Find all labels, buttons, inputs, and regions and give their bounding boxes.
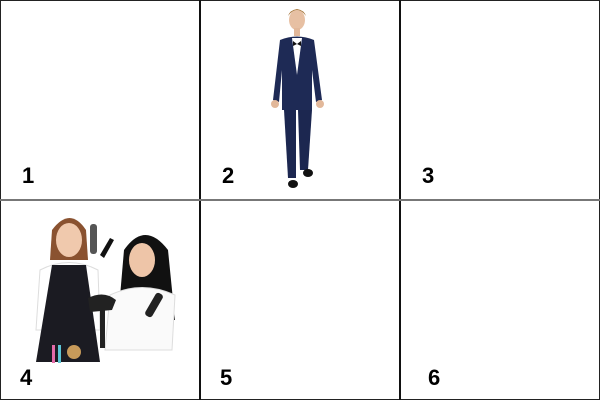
grid-cell-2[interactable]: 2 [200, 0, 400, 200]
cell-number: 1 [22, 163, 35, 188]
grid-cell-1[interactable]: 1 [0, 0, 200, 200]
cell-number: 6 [428, 365, 441, 390]
grid-cell-4[interactable]: 4 [0, 200, 200, 400]
cell-number: 5 [220, 365, 233, 390]
image-grid: 1 2 3 4 5 6 [0, 0, 600, 400]
cell-number: 4 [20, 365, 33, 390]
grid-cell-6[interactable]: 6 [400, 200, 600, 400]
grid-cell-3[interactable]: 3 [400, 0, 600, 200]
grid-cell-5[interactable]: 5 [200, 200, 400, 400]
cell-number: 2 [222, 163, 235, 188]
cell-number: 3 [422, 163, 435, 188]
